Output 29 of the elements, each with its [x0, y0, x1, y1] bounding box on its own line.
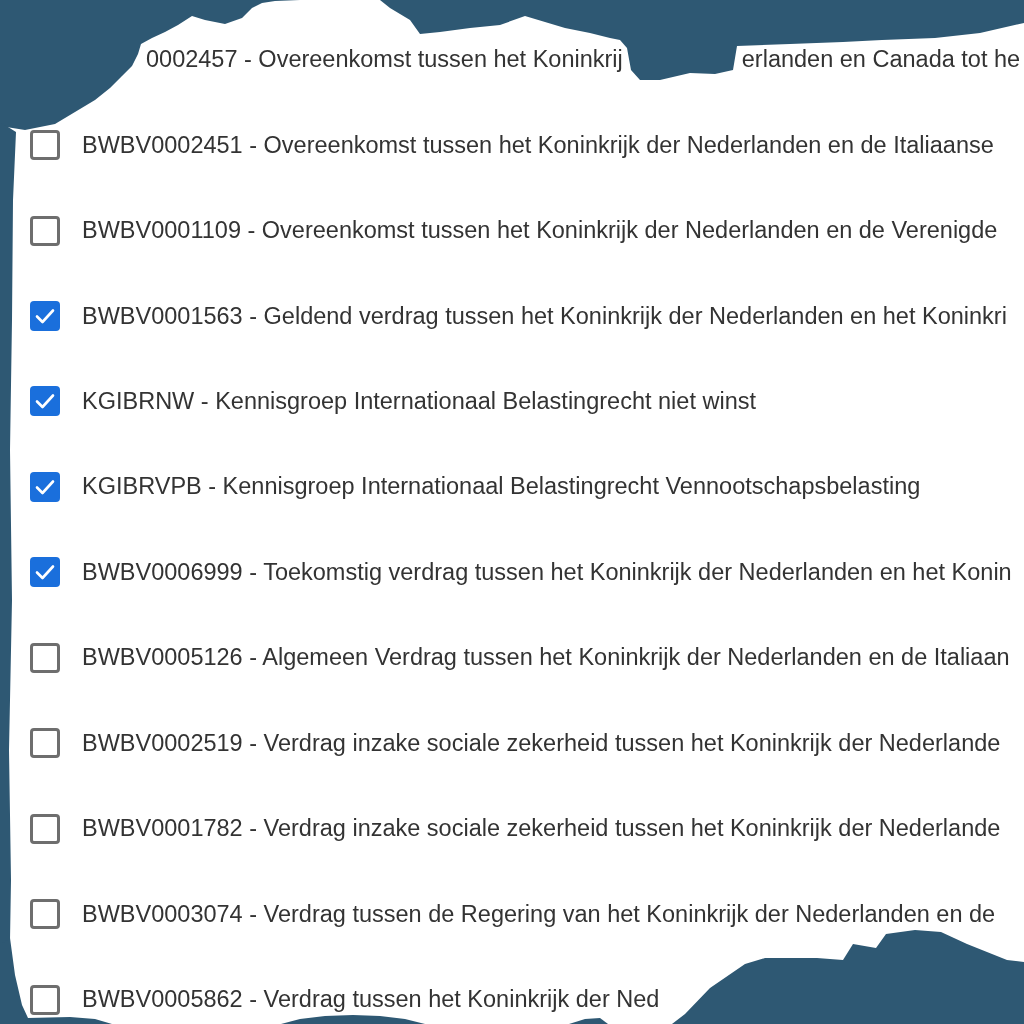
checkbox[interactable]	[30, 984, 60, 1015]
list-item-label: 0002457 - Overeenkomst tussen het Koninkrij	[146, 46, 623, 74]
list-item-label: BWBV0001782 - Verdrag inzake sociale zekerheid tussen het Koninkrijk der Nederlande	[82, 815, 1001, 843]
checkmark-icon	[35, 478, 55, 495]
checkbox[interactable]	[30, 899, 60, 930]
list-item-label: BWBV0005862 - Verdrag tussen het Koninkrijk der Ned	[82, 986, 660, 1014]
list-item-label: BWBV0003074 - Verdrag tussen de Regering van het Koninkrijk der Nederlanden en de	[82, 900, 996, 928]
list-item-label: BWBV0006999 - Toekomstig verdrag tussen het Koninkrijk der Nederlanden en het Konin	[82, 558, 1012, 586]
checkbox[interactable]	[30, 215, 60, 246]
checkbox[interactable]	[30, 386, 60, 417]
list-item-label: BWBV0001563 - Geldend verdrag tussen het Koninkrijk der Nederlanden en het Koninkri	[82, 302, 1007, 330]
list-item-label: BWBV0001109 - Overeenkomst tussen het Koninkrijk der Nederlanden en de Verenigde	[82, 217, 998, 245]
list-item-label: KGIBRVPB - Kennisgroep Internationaal Belastingrecht Vennootschapsbelasting	[82, 473, 921, 501]
list-item-label: BWBV0005126 - Algemeen Verdrag tussen het Koninkrijk der Nederlanden en de Italiaan	[82, 644, 1010, 672]
checkbox[interactable]	[30, 813, 60, 844]
list-item-label: BWBV0002451 - Overeenkomst tussen het Koninkrijk der Nederlanden en de Italiaanse	[82, 131, 994, 159]
list-item-label: erlanden en Canada tot he	[741, 46, 1021, 74]
checkbox[interactable]	[30, 471, 60, 502]
checkbox[interactable]	[30, 642, 60, 673]
torn-paper-edge	[569, 1018, 608, 1024]
checkmark-icon	[35, 393, 55, 410]
checkbox[interactable]	[30, 728, 60, 759]
checkbox[interactable]	[30, 301, 60, 332]
list-item-label: BWBV0002519 - Verdrag inzake sociale zekerheid tussen het Koninkrijk der Nederlande	[82, 729, 1001, 757]
checkmark-icon	[35, 308, 55, 325]
checkbox[interactable]	[30, 557, 60, 588]
checkbox[interactable]	[30, 130, 60, 161]
list-item-label: KGIBRNW - Kennisgroep Internationaal Belastingrecht niet winst	[82, 387, 756, 415]
checkmark-icon	[35, 564, 55, 581]
